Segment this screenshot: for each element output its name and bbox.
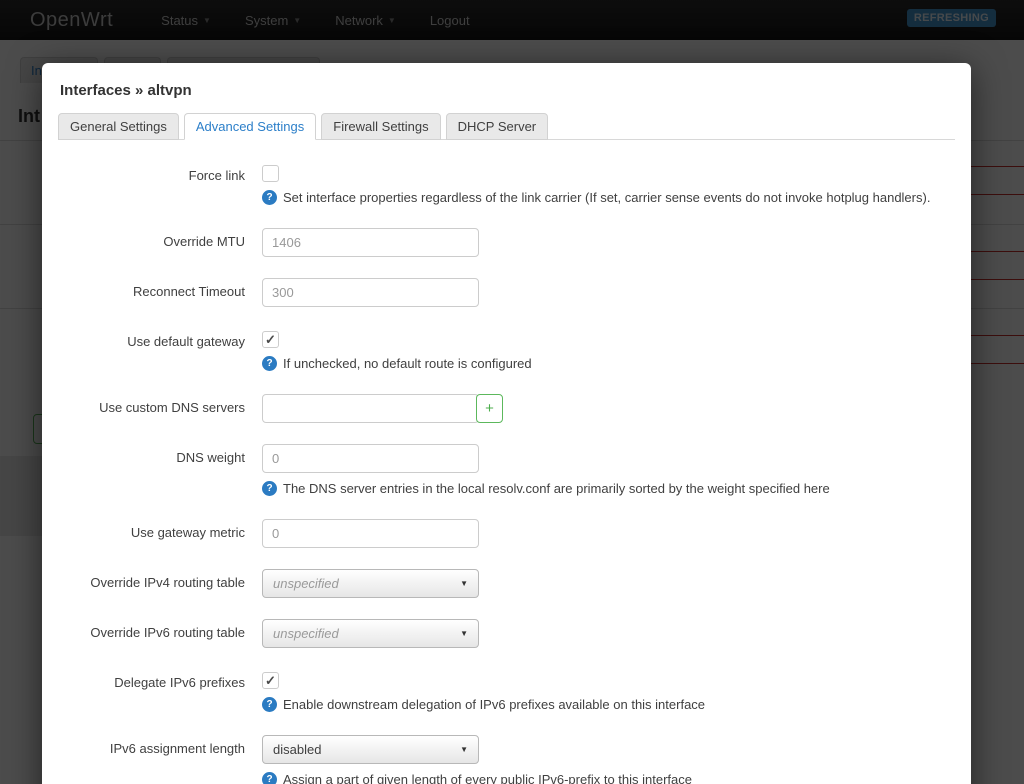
field-label: IPv6 assignment length bbox=[109, 741, 245, 756]
field-label: Override IPv4 routing table bbox=[90, 575, 245, 590]
force-link-checkbox[interactable]: ✓ bbox=[262, 165, 279, 182]
help-icon: ? bbox=[262, 772, 277, 784]
check-icon: ✓ bbox=[265, 332, 276, 347]
field-label: DNS weight bbox=[176, 450, 245, 465]
field-custom-dns-servers: Use custom DNS servers + bbox=[58, 394, 955, 423]
field-help: ? The DNS server entries in the local re… bbox=[262, 480, 955, 498]
override-mtu-input[interactable] bbox=[262, 228, 479, 257]
chevron-down-icon: ▼ bbox=[460, 745, 468, 754]
help-text: Set interface properties regardless of t… bbox=[283, 190, 931, 205]
help-icon: ? bbox=[262, 190, 277, 205]
settings-form: Force link ✓ ? Set interface properties … bbox=[58, 162, 955, 784]
ipv6-assignment-length-select[interactable]: disabled ▼ bbox=[262, 735, 479, 764]
dns-weight-input[interactable] bbox=[262, 444, 479, 473]
tab-advanced-settings[interactable]: Advanced Settings bbox=[183, 113, 317, 140]
field-delegate-ipv6-prefixes: Delegate IPv6 prefixes ✓ ? Enable downst… bbox=[58, 669, 955, 714]
field-gateway-metric: Use gateway metric bbox=[58, 519, 955, 548]
field-help: ? Enable downstream delegation of IPv6 p… bbox=[262, 696, 955, 714]
ipv4-routing-table-select[interactable]: unspecified ▼ bbox=[262, 569, 479, 598]
field-use-default-gateway: Use default gateway ✓ ? If unchecked, no… bbox=[58, 328, 955, 373]
field-label: Use default gateway bbox=[127, 334, 245, 349]
select-value: unspecified bbox=[273, 576, 339, 591]
help-icon: ? bbox=[262, 356, 277, 371]
interface-settings-dialog: Interfaces » altvpn General Settings Adv… bbox=[42, 63, 971, 784]
check-icon: ✓ bbox=[265, 673, 276, 688]
field-ipv6-assignment-length: IPv6 assignment length disabled ▼ ? Assi… bbox=[58, 735, 955, 784]
field-label: Override MTU bbox=[163, 234, 245, 249]
help-text: Enable downstream delegation of IPv6 pre… bbox=[283, 697, 706, 712]
field-help: ? Set interface properties regardless of… bbox=[262, 189, 955, 207]
field-override-mtu: Override MTU bbox=[58, 228, 955, 257]
help-icon: ? bbox=[262, 481, 277, 496]
tab-dhcp-server[interactable]: DHCP Server bbox=[445, 113, 549, 140]
field-label: Override IPv6 routing table bbox=[90, 625, 245, 640]
help-text: If unchecked, no default route is config… bbox=[283, 356, 532, 371]
field-dns-weight: DNS weight ? The DNS server entries in t… bbox=[58, 444, 955, 498]
tab-general-settings[interactable]: General Settings bbox=[58, 113, 179, 140]
reconnect-timeout-input[interactable] bbox=[262, 278, 479, 307]
tab-firewall-settings[interactable]: Firewall Settings bbox=[321, 113, 441, 140]
field-reconnect-timeout: Reconnect Timeout bbox=[58, 278, 955, 307]
use-default-gateway-checkbox[interactable]: ✓ bbox=[262, 331, 279, 348]
dialog-title: Interfaces » altvpn bbox=[60, 82, 192, 99]
select-value: unspecified bbox=[273, 626, 339, 641]
help-icon: ? bbox=[262, 697, 277, 712]
field-ipv4-routing-table: Override IPv4 routing table unspecified … bbox=[58, 569, 955, 598]
field-label: Force link bbox=[188, 168, 245, 183]
add-dns-button[interactable]: + bbox=[476, 394, 503, 423]
gateway-metric-input[interactable] bbox=[262, 519, 479, 548]
field-help: ? Assign a part of given length of every… bbox=[262, 771, 955, 784]
help-text: Assign a part of given length of every p… bbox=[283, 772, 692, 784]
chevron-down-icon: ▼ bbox=[460, 579, 468, 588]
delegate-ipv6-checkbox[interactable]: ✓ bbox=[262, 672, 279, 689]
field-label: Use custom DNS servers bbox=[99, 400, 245, 415]
select-value: disabled bbox=[273, 742, 322, 757]
chevron-down-icon: ▼ bbox=[460, 629, 468, 638]
field-label: Delegate IPv6 prefixes bbox=[114, 675, 245, 690]
plus-icon: + bbox=[485, 400, 494, 417]
field-help: ? If unchecked, no default route is conf… bbox=[262, 355, 955, 373]
field-force-link: Force link ✓ ? Set interface properties … bbox=[58, 162, 955, 207]
field-label: Use gateway metric bbox=[130, 525, 245, 540]
field-ipv6-routing-table: Override IPv6 routing table unspecified … bbox=[58, 619, 955, 648]
ipv6-routing-table-select[interactable]: unspecified ▼ bbox=[262, 619, 479, 648]
help-text: The DNS server entries in the local reso… bbox=[283, 481, 830, 496]
dialog-tabbar: General Settings Advanced Settings Firew… bbox=[58, 113, 955, 140]
custom-dns-input[interactable] bbox=[262, 394, 479, 423]
field-label: Reconnect Timeout bbox=[132, 284, 245, 299]
